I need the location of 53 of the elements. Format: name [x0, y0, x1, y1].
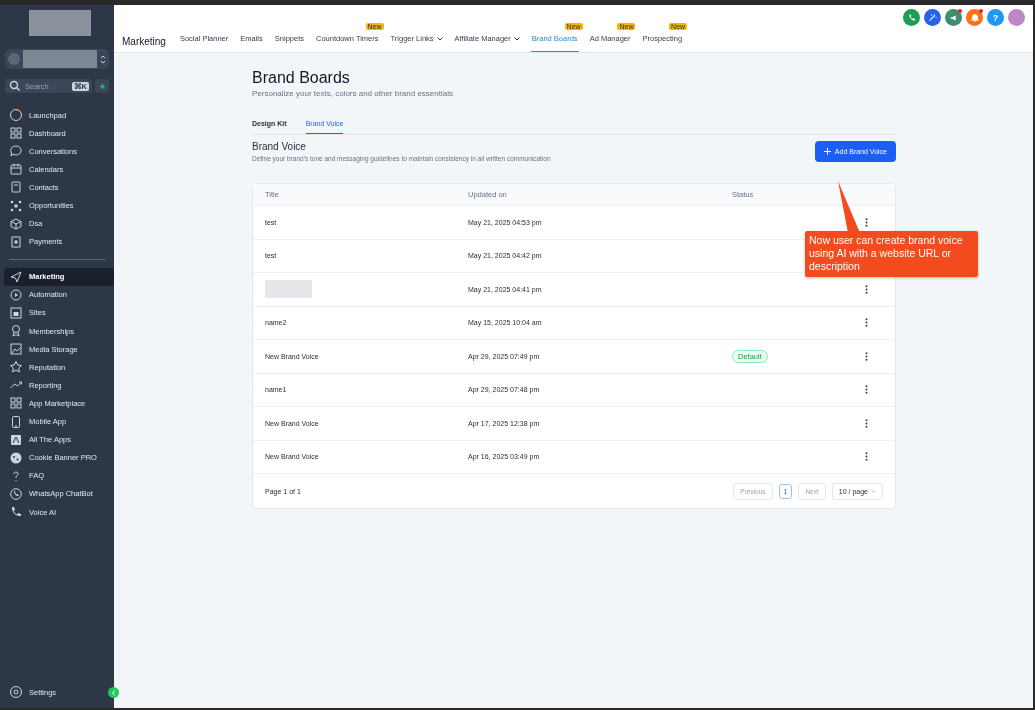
- menu-icon: [9, 108, 23, 123]
- menu-icon: [9, 486, 23, 501]
- menu-icon: [9, 432, 23, 447]
- avatar[interactable]: [1008, 9, 1025, 26]
- page-subtitle: Personalize your texts, colors and other brand essentials: [252, 89, 454, 98]
- menu-icon: [9, 324, 23, 339]
- menu-icon: [9, 144, 23, 159]
- chevron-icon: [111, 689, 116, 696]
- account-switcher[interactable]: [5, 49, 109, 69]
- magic-button[interactable]: [924, 9, 941, 26]
- menu-icon: [9, 126, 23, 141]
- redacted-logo: [29, 10, 91, 36]
- more-icon[interactable]: [865, 217, 868, 227]
- chevron-down-icon: [871, 489, 876, 493]
- section-heading: Brand Voice: [252, 141, 307, 152]
- menu-icon: [9, 360, 23, 375]
- section-title: Marketing: [122, 35, 166, 47]
- menu-icon: [9, 505, 23, 519]
- menu-icon: [9, 306, 23, 320]
- collapse-button[interactable]: [108, 687, 119, 698]
- menu-icon: [9, 342, 23, 357]
- chevron-down-icon: [436, 36, 443, 41]
- bell-icon: [968, 11, 981, 24]
- menu-icon: [9, 287, 23, 302]
- callout-note: Now user can create brand voice using AI with a website URL or description: [805, 231, 978, 277]
- more-icon[interactable]: [865, 351, 868, 361]
- menu-icon: [9, 396, 23, 411]
- sparkle-button[interactable]: [95, 79, 109, 93]
- bell-button[interactable]: [966, 9, 983, 26]
- callout-arrow: [838, 181, 860, 233]
- more-icon[interactable]: [865, 418, 868, 428]
- megaphone-button[interactable]: [945, 9, 962, 26]
- more-icon[interactable]: [865, 318, 868, 328]
- chevron-down-icon: [513, 36, 520, 41]
- menu-icon: [9, 269, 23, 284]
- search-icon: [8, 79, 22, 93]
- more-icon[interactable]: [865, 284, 868, 294]
- menu-icon: [9, 450, 23, 465]
- more-icon[interactable]: [865, 452, 868, 462]
- menu-icon: [9, 198, 23, 213]
- menu-icon: [9, 216, 23, 231]
- more-icon[interactable]: [865, 385, 868, 395]
- menu-icon: [9, 414, 23, 429]
- menu-icon: [9, 234, 23, 249]
- menu-icon: [9, 180, 23, 195]
- plus-icon: [823, 148, 831, 155]
- sparkle-icon: [98, 82, 106, 90]
- menu-icon: [9, 162, 23, 177]
- chevron-icon: [100, 54, 106, 64]
- user-icon: [8, 53, 20, 65]
- settings-icon: [9, 685, 23, 699]
- page-title: Brand Boards: [252, 69, 351, 87]
- phone-button[interactable]: [903, 9, 920, 26]
